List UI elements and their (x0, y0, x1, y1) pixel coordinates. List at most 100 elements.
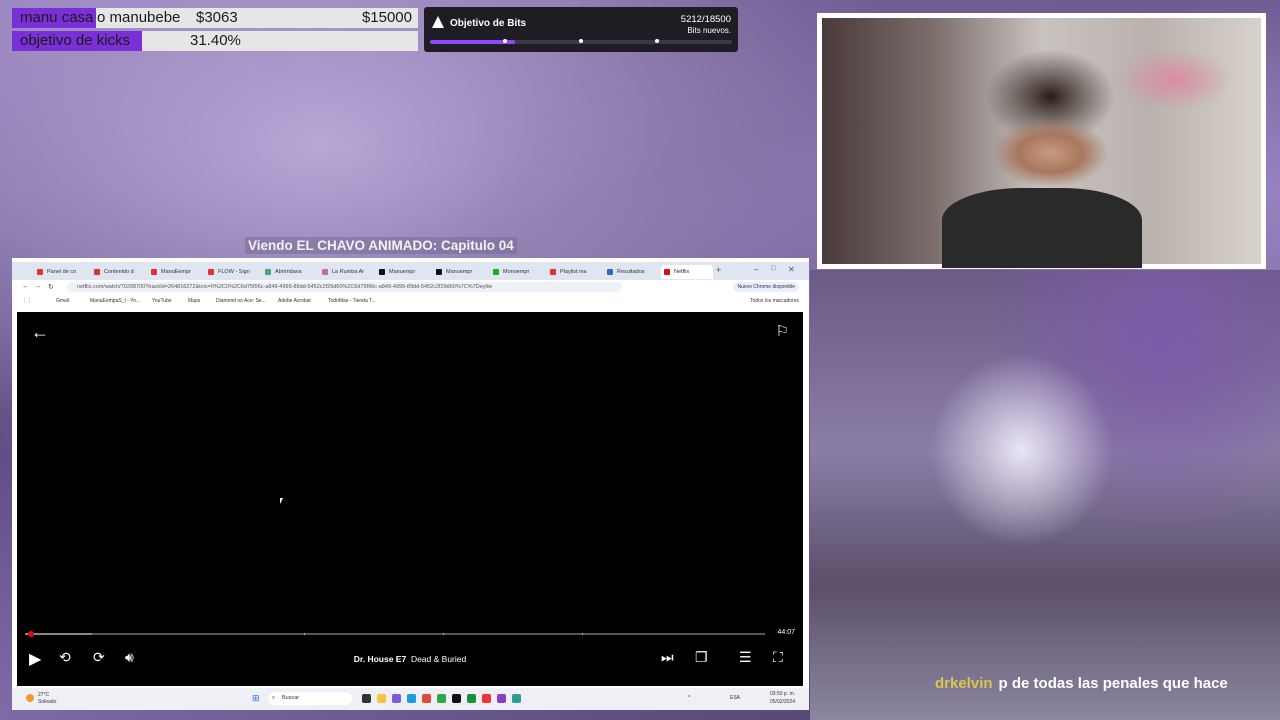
tab-favicon-icon (550, 269, 556, 275)
browser-tab[interactable]: ManuEempr (148, 265, 204, 279)
browser-tab[interactable]: Monoempr (490, 265, 546, 279)
subtitles-icon[interactable]: ☰ (739, 649, 752, 666)
background-scene (810, 270, 1280, 720)
bits-goal-widget: Objetivo de Bits 5212/18500 Bits nuevos. (424, 7, 738, 52)
browser-tab[interactable]: Playlist ma (547, 265, 603, 279)
browser-tab-strip: Panel de co Contenido d ManuEempr FLOW -… (12, 262, 809, 280)
goal-target: $15000 (361, 9, 412, 26)
back-icon[interactable]: ← (22, 283, 29, 290)
reload-icon[interactable]: ↻ (48, 283, 54, 291)
seek-tick (582, 633, 584, 635)
webcam-frame (817, 13, 1266, 269)
next-episode-icon[interactable]: ⏭︎ (661, 649, 674, 666)
tab-favicon-icon (493, 269, 499, 275)
app-icon[interactable] (482, 694, 491, 703)
taskbar-search[interactable]: ⌕ Buscar (268, 692, 352, 705)
bookmark-item[interactable]: Diamond no Ace: Se... (216, 298, 266, 304)
browser-tab[interactable]: La Rumba Ar (319, 265, 375, 279)
edge-icon[interactable] (407, 694, 416, 703)
search-icon: ⌕ (272, 695, 276, 701)
goal-bar-kicks: objetivo de kicks 31.40% (12, 31, 418, 51)
tab-favicon-icon (151, 269, 157, 275)
tab-favicon-icon (37, 269, 43, 275)
tab-favicon-icon (436, 269, 442, 275)
netflix-favicon-icon (664, 269, 670, 275)
app-icon[interactable] (497, 694, 506, 703)
browser-tab[interactable]: Abrirridava (262, 265, 318, 279)
tray-date[interactable]: 05/02/2024 (770, 699, 795, 705)
goal-label-a: manu casa (20, 9, 94, 26)
weather-desc[interactable]: Soleado (38, 699, 56, 705)
app-icon[interactable] (512, 694, 521, 703)
tab-favicon-icon (94, 269, 100, 275)
weather-temp[interactable]: 27°C (38, 692, 49, 698)
bookmarks-bar: ⋮⋮ Gmail ManuEempaS_t - Yo... YouTube Ma… (12, 296, 809, 306)
app-icon[interactable] (452, 694, 461, 703)
forward-icon[interactable]: → (34, 283, 41, 290)
tray-time[interactable]: 03:50 p. m. (770, 691, 795, 697)
time-remaining: 44:07 (777, 629, 795, 636)
browser-tab[interactable]: Manuempr (376, 265, 432, 279)
app-icon[interactable] (437, 694, 446, 703)
tray-chevron-icon[interactable]: ^ (688, 695, 690, 701)
address-bar-row: ← → ↻ netflix.com/watch/70298700?trackId… (12, 280, 809, 294)
close-window-icon[interactable]: ✕ (788, 265, 795, 274)
webcam-feed (822, 18, 1261, 268)
bits-goal-subtitle: Bits nuevos. (687, 26, 731, 35)
goal-bar-casa: manu casa o manubebe $3063 $15000 (12, 8, 418, 28)
bits-milestone-dot (503, 39, 507, 43)
bookmark-item[interactable]: TodoMas - Tienda T... (328, 298, 376, 304)
chat-text: p de todas las penales que hace (998, 675, 1228, 692)
bits-milestone-dot (655, 39, 659, 43)
browser-tab[interactable]: Contenido d (91, 265, 147, 279)
streamer-figure (942, 188, 1142, 268)
fullscreen-icon[interactable]: ⛶ (773, 649, 783, 666)
browser-window: Panel de co Contenido d ManuEempr FLOW -… (12, 258, 809, 710)
explorer-icon[interactable] (377, 694, 386, 703)
bits-milestone-dot (579, 39, 583, 43)
report-flag-icon[interactable]: ⚐ (776, 322, 789, 340)
bits-goal-title: Objetivo de Bits (450, 18, 527, 29)
seek-tick (443, 633, 445, 635)
maximize-icon[interactable]: □ (771, 265, 775, 272)
mouse-cursor-icon (280, 498, 286, 504)
chrome-update-button[interactable]: Nuevo Chrome disponible (733, 282, 799, 292)
minimize-icon[interactable]: – (754, 265, 758, 274)
browser-tab[interactable]: Manuempr (433, 265, 489, 279)
episodes-list-icon[interactable]: ❐ (695, 649, 708, 666)
start-icon[interactable]: ⊞ (252, 693, 260, 704)
all-bookmarks[interactable]: Todos los marcadores (750, 298, 799, 304)
url-input[interactable]: netflix.com/watch/70298700?trackId=26481… (67, 282, 622, 292)
netflix-player[interactable]: ← ⚐ 44:07 ▶ ⟲ ⟳ 🔊︎ Dr. House E7 Dead & B… (17, 312, 803, 686)
app-icon[interactable] (467, 694, 476, 703)
chrome-icon[interactable] (422, 694, 431, 703)
bits-goal-value: 5212/18500 (680, 14, 731, 25)
goal-current: 31.40% (190, 32, 241, 49)
bookmark-item[interactable]: Adobe Acrobat (278, 298, 311, 304)
seek-buffered (25, 633, 92, 635)
taskview-icon[interactable] (362, 694, 371, 703)
browser-tab[interactable]: Panel de co (34, 265, 90, 279)
tray-lang[interactable]: ESA (730, 695, 740, 701)
windows-taskbar: 27°C Soleado ⊞ ⌕ Buscar ^ ESA 03:50 p. m.… (12, 688, 809, 710)
goal-label-b: o manubebe (97, 9, 181, 26)
bookmark-item[interactable]: ManuEempaS_t - Yo... (90, 298, 140, 304)
browser-tab[interactable]: Resultados (604, 265, 660, 279)
apps-icon[interactable]: ⋮⋮ (22, 298, 32, 304)
seek-knob[interactable] (27, 631, 34, 637)
bookmark-item[interactable]: YouTube (152, 298, 172, 304)
back-arrow-icon[interactable]: ← (31, 322, 49, 343)
new-tab-icon[interactable]: + (716, 265, 721, 275)
tab-favicon-icon (265, 269, 271, 275)
browser-tab[interactable]: FLOW - Sign (205, 265, 261, 279)
bits-gem-icon (432, 16, 444, 28)
tab-favicon-icon (208, 269, 214, 275)
goal-label-a: objetivo de kicks (20, 32, 131, 49)
chat-message: drkelvin p de todas las penales que hace (935, 675, 1228, 692)
tab-favicon-icon (607, 269, 613, 275)
bookmark-item[interactable]: Gmail (56, 298, 69, 304)
bookmark-item[interactable]: Maps (188, 298, 200, 304)
app-icon[interactable] (392, 694, 401, 703)
browser-tab-active[interactable]: Netflix (661, 265, 713, 279)
seek-bar[interactable] (25, 631, 765, 637)
